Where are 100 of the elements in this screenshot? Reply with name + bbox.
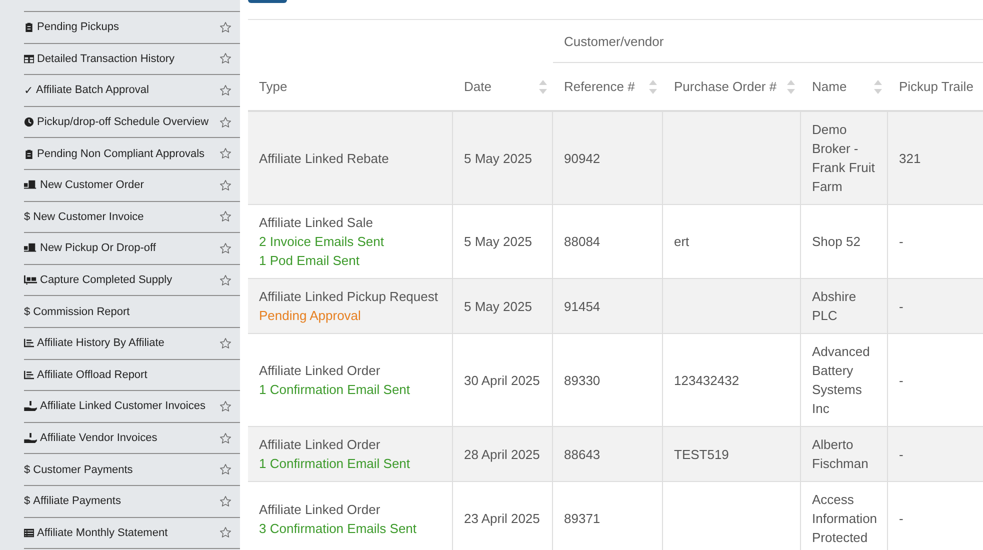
type-text: Affiliate Linked Sale [259, 214, 374, 232]
sidebar-item[interactable]: $ Affiliate Payments [24, 486, 240, 518]
menu-label: Pending Pickups [37, 21, 120, 34]
table-cell: ert [663, 205, 801, 278]
status-text: Pending Approval [259, 307, 362, 325]
star-icon[interactable] [219, 400, 232, 413]
table-cell: 90942 [553, 112, 663, 204]
clock-icon [24, 117, 34, 128]
status-text: 1 Confirmation Email Sent [259, 381, 412, 399]
menu-icon: $ [24, 495, 30, 508]
menu-label: Affiliate History By Affiliate [37, 337, 166, 350]
table-cell: 23 April 2025 [453, 482, 553, 550]
table-cell: 89330 [553, 334, 663, 426]
star-icon[interactable] [219, 432, 232, 445]
column-header[interactable]: Date [453, 63, 553, 110]
type-text: Affiliate Linked Order [259, 436, 382, 454]
star-icon[interactable] [219, 84, 232, 97]
list-icon [24, 528, 34, 538]
sidebar-item[interactable]: Capture Completed Supply [24, 264, 240, 296]
truck-icon [24, 243, 37, 254]
star-icon[interactable] [219, 52, 232, 66]
star-icon[interactable] [219, 336, 232, 350]
table-cell: 89371 [553, 482, 663, 550]
column-header[interactable]: Reference # [553, 63, 663, 110]
menu-label: Affiliate Batch Approval [36, 84, 150, 96]
menu-label: Affiliate Monthly Statement [37, 526, 169, 539]
star-icon[interactable] [219, 463, 232, 476]
type-text: Affiliate Linked Pickup Request [259, 288, 439, 306]
menu-label: Pickup/drop-off Schedule Overview [37, 116, 210, 128]
status-text: 2 Invoice Emails Sent [259, 233, 386, 251]
menu-icon: $ [24, 464, 30, 476]
table-cell-text: - [898, 372, 904, 390]
sidebar-item[interactable]: Affiliate Monthly Statement [24, 518, 240, 550]
menu-label: Affiliate Vendor Invoices [40, 432, 158, 444]
column-header[interactable]: Name [801, 63, 888, 110]
star-icon[interactable] [219, 116, 232, 129]
sidebar-item[interactable]: Detailed Transaction History [24, 44, 240, 76]
table-cell: 5 May 2025 [453, 205, 553, 278]
menu-icon: $ [24, 306, 30, 318]
star-icon[interactable] [219, 210, 232, 224]
table-cell-text: - [898, 298, 904, 316]
star-icon[interactable] [219, 178, 232, 192]
sidebar-item[interactable]: Pickup/drop-off Schedule Overview [24, 106, 240, 138]
menu-label: New Customer Invoice [33, 210, 145, 223]
star-icon[interactable] [219, 526, 232, 540]
action-button[interactable] [248, 0, 287, 3]
table-cell: TEST519 [663, 427, 801, 481]
menu-label: Commission Report [33, 306, 131, 318]
menu-label: Customer Payments [33, 464, 134, 476]
column-header[interactable]: Pickup Traile [888, 63, 983, 110]
sidebar-item[interactable]: Affiliate Offload Report [24, 360, 240, 392]
table-cell: 5 May 2025 [453, 112, 553, 204]
star-icon[interactable] [219, 242, 232, 255]
sidebar-item[interactable]: Affiliate Vendor Invoices [24, 422, 240, 454]
star-icon[interactable] [219, 274, 232, 287]
chart-icon [24, 370, 34, 380]
table-cell: 123432432 [663, 334, 801, 426]
status-text: 1 Pod Email Sent [259, 252, 360, 270]
truck-icon [24, 180, 37, 190]
menu-label: Affiliate Payments [33, 495, 122, 508]
table-cell: Shop 52 [801, 205, 888, 278]
table-cell: Abshire PLC [801, 279, 888, 333]
sidebar-item[interactable]: New Customer Order [24, 170, 240, 202]
sidebar-item[interactable]: Affiliate History By Affiliate [24, 328, 240, 360]
star-icon[interactable] [219, 147, 232, 160]
table-cell: 30 April 2025 [453, 334, 553, 426]
sidebar-item[interactable]: Pending Pickups [24, 12, 240, 44]
cart-icon [24, 275, 37, 286]
sidebar-item[interactable]: $ Customer Payments [24, 454, 240, 486]
sidebar-item[interactable]: Affiliate Linked Customer Invoices [24, 391, 240, 423]
table-cell: 91454 [553, 279, 663, 333]
table-cell-text: - [898, 510, 904, 528]
table-cell: 88084 [553, 205, 663, 278]
table-cell-text: - [898, 233, 904, 251]
chart-icon [24, 338, 34, 348]
status-text: 1 Confirmation Email Sent [259, 455, 412, 473]
column-header[interactable]: Purchase Order # [663, 63, 801, 110]
menu-label: New Customer Order [40, 179, 145, 192]
hand-coin-icon [24, 401, 37, 412]
table-cell: 88643 [553, 427, 663, 481]
star-icon[interactable] [219, 494, 232, 508]
clipboard-icon [24, 148, 34, 159]
table-cell: Access Information Protected [801, 482, 888, 550]
type-text: Affiliate Linked Order [259, 500, 382, 518]
column-group-header: Customer/vendor [553, 20, 983, 63]
sidebar-item[interactable]: New Pickup Or Drop-off [24, 233, 240, 265]
sidebar-item[interactable]: ✓ Affiliate Batch Approval [24, 75, 240, 107]
type-text: Affiliate Linked Order [259, 362, 382, 380]
sidebar-item[interactable]: Pending Non Compliant Approvals [24, 138, 240, 170]
hand-coin-icon [24, 433, 37, 444]
sidebar-item[interactable]: $ New Customer Invoice [24, 202, 240, 234]
type-text: Affiliate Linked Rebate [259, 150, 390, 168]
star-icon[interactable] [219, 20, 232, 34]
table-cell: 28 April 2025 [453, 427, 553, 481]
menu-label: Capture Completed Supply [40, 274, 174, 286]
column-header[interactable]: Type [248, 63, 453, 110]
clipboard-icon [24, 22, 34, 32]
table-cell-text: 321 [898, 150, 922, 168]
table-cell: Demo Broker - Frank Fruit Farm [801, 112, 888, 204]
sidebar-item[interactable]: $ Commission Report [24, 296, 240, 328]
